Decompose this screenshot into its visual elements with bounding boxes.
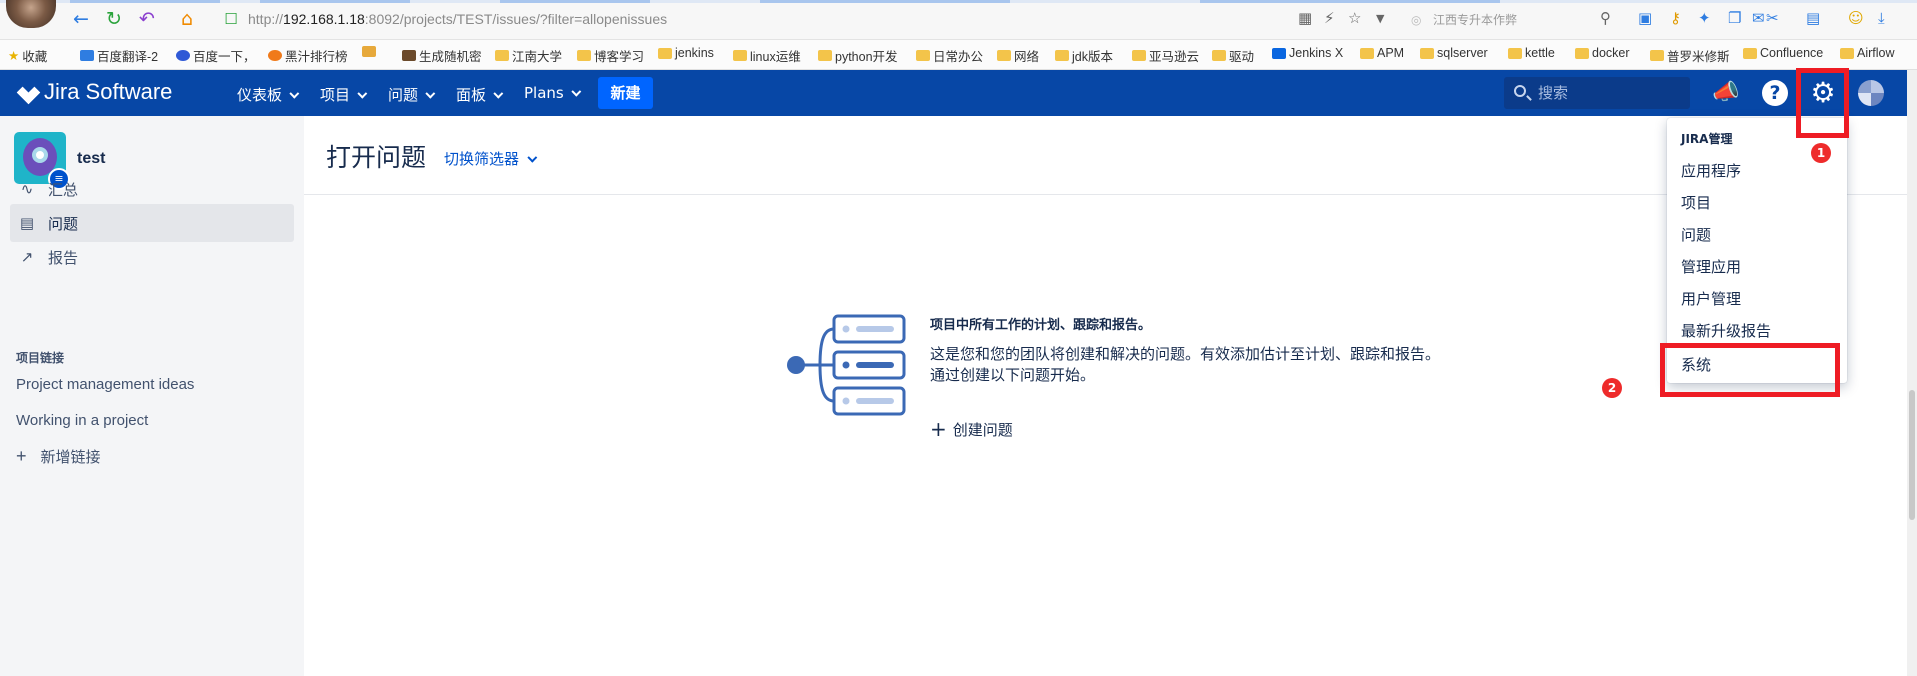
screenshot-root: ← ↻ ↶ ⌂ ☐ http://192.168.1.18:8092/proje… — [0, 0, 1917, 676]
nav-boards[interactable]: 面板 — [456, 84, 499, 105]
annotation-badge-1: 1 — [1811, 143, 1831, 163]
empty-state-illustration — [787, 314, 906, 416]
sidebar-item-summary[interactable]: ∿ 汇总 — [10, 170, 294, 208]
smile-icon[interactable]: ☺ — [1848, 9, 1864, 27]
project-links-heading: 项目链接 — [16, 351, 65, 365]
bookmark-folder[interactable]: Confluence — [1743, 46, 1823, 60]
jira-search-input[interactable]: 搜索 — [1504, 77, 1690, 109]
qr-icon[interactable]: ▦ — [1298, 9, 1312, 27]
megaphone-icon[interactable]: 📣 — [1712, 79, 1740, 107]
bookmark-folder[interactable]: sqlserver — [1420, 46, 1488, 60]
avatar[interactable] — [1858, 80, 1884, 106]
nav-dashboards[interactable]: 仪表板 — [237, 84, 295, 105]
empty-state-title: 项目中所有工作的计划、跟踪和报告。 — [930, 318, 1152, 333]
bookmark-folder[interactable]: Airflow — [1840, 46, 1895, 60]
bookmark-folder[interactable]: 博客学习 — [577, 46, 644, 65]
sidebar-item-reports[interactable]: ↗ 报告 — [10, 238, 294, 276]
back-arrow-icon[interactable]: ← — [70, 8, 92, 30]
mail-icon[interactable]: ✉ — [1752, 9, 1765, 27]
star-icon: ★ — [8, 49, 20, 63]
scissors-icon[interactable]: ✂ — [1766, 9, 1779, 27]
bookmark-folder[interactable]: docker — [1575, 46, 1630, 60]
undo-icon[interactable]: ↶ — [136, 8, 158, 30]
annotation-box-gear — [1796, 68, 1849, 138]
chevron-down-icon[interactable]: ▼ — [1376, 12, 1384, 25]
activity-icon: ∿ — [20, 180, 34, 198]
copy-icon[interactable]: ❐ — [1728, 9, 1741, 27]
search-icon[interactable]: ⚲ — [1600, 9, 1611, 27]
flash-icon[interactable]: ⚡ — [1324, 9, 1335, 27]
menu-item-applications[interactable]: 应用程序 — [1681, 160, 1741, 181]
reports-icon: ↗ — [20, 248, 34, 266]
bookmark-folder[interactable]: 江南大学 — [495, 46, 562, 65]
bookmark-folder[interactable]: jenkins — [658, 46, 714, 60]
bookmark-folder[interactable]: 普罗米修斯 — [1650, 46, 1730, 65]
issues-icon: ▤ — [19, 214, 35, 232]
url-field[interactable]: http://192.168.1.18:8092/projects/TEST/i… — [248, 11, 667, 27]
bookmark-item[interactable]: Jenkins X — [1272, 46, 1343, 60]
refresh-icon[interactable]: ↻ — [103, 8, 125, 30]
bookmarks-bar: ★ 收藏 百度翻译-2 百度一下， 黑汁排行榜 生成随机密 江南大学 博客学习 j… — [0, 40, 1917, 70]
nav-projects[interactable]: 项目 — [320, 84, 363, 105]
browser-address-bar: ← ↻ ↶ ⌂ ☐ http://192.168.1.18:8092/proje… — [0, 0, 1917, 40]
bookmark-item[interactable]: 百度一下， — [176, 46, 256, 65]
dropdown-heading: JIRA管理 — [1681, 132, 1733, 146]
nav-issues[interactable]: 问题 — [388, 84, 431, 105]
create-issue-button[interactable]: 创建问题 — [930, 417, 1013, 441]
download-icon[interactable]: ⤓ — [1878, 9, 1885, 27]
help-icon[interactable]: ? — [1762, 80, 1788, 106]
nav-plans[interactable]: Plans — [524, 84, 577, 102]
menu-item-user-management[interactable]: 用户管理 — [1681, 288, 1741, 309]
menu-item-upgrade-report[interactable]: 最新升级报告 — [1681, 320, 1771, 341]
puzzle-icon[interactable]: ✦ — [1698, 9, 1711, 27]
project-link[interactable]: Working in a project — [16, 412, 148, 429]
bookmark-folder[interactable]: 驱动 — [1212, 46, 1254, 65]
create-button[interactable]: 新建 — [598, 77, 653, 109]
bookmark-item[interactable] — [362, 46, 379, 57]
project-link[interactable]: Project management ideas — [16, 376, 194, 393]
menu-item-projects[interactable]: 项目 — [1681, 192, 1711, 213]
jira-logo[interactable]: Jira Software — [20, 79, 172, 105]
annotation-badge-2: 2 — [1602, 378, 1622, 398]
sidebar-item-issues[interactable]: ▤ 问题 — [10, 204, 294, 242]
bookmark-folder[interactable]: kettle — [1508, 46, 1555, 60]
word-icon[interactable]: ▤ — [1806, 9, 1820, 27]
browser-search-input[interactable]: ◎ 江西专升本作弊 — [1405, 8, 1620, 32]
menu-item-manage-apps[interactable]: 管理应用 — [1681, 256, 1741, 277]
bookmark-folder[interactable]: linux运维 — [733, 46, 801, 65]
browser-profile-avatar[interactable] — [6, 0, 56, 28]
bookmark-folder[interactable]: APM — [1360, 46, 1404, 60]
empty-state-description: 这是您和您的团队将创建和解决的问题。有效添加估计至计划、跟踪和报告。通过创建以下… — [930, 345, 1441, 384]
bookmark-folder[interactable]: 亚马逊云 — [1132, 46, 1199, 65]
annotation-box-system — [1660, 343, 1840, 397]
jira-top-nav: Jira Software 仪表板 项目 问题 面板 Plans 新建 搜索 📣… — [0, 70, 1907, 116]
project-name[interactable]: test — [77, 150, 105, 168]
bookmark-folder[interactable]: python开发 — [818, 46, 898, 65]
bookmark-item[interactable]: 生成随机密 — [402, 46, 482, 65]
bookmark-item[interactable]: ★ 收藏 — [8, 46, 47, 65]
page-scrollbar[interactable] — [1907, 70, 1917, 676]
translate-icon[interactable]: ▣ — [1638, 9, 1652, 27]
bookmark-item[interactable]: 黑汁排行榜 — [268, 46, 348, 65]
bookmark-folder[interactable]: 日常办公 — [916, 46, 983, 65]
search-icon — [1514, 85, 1526, 97]
star-icon[interactable]: ☆ — [1348, 9, 1361, 27]
jira-diamond-icon — [16, 80, 40, 104]
add-link-button[interactable]: 新增链接 — [16, 446, 101, 467]
menu-item-issues[interactable]: 问题 — [1681, 224, 1711, 245]
page-title: 打开问题 — [326, 143, 427, 172]
bookmark-folder[interactable]: 网络 — [997, 46, 1039, 65]
project-sidebar: ≡ test ∿ 汇总 ▤ 问题 ↗ 报告 项目链接 Project manageme… — [0, 116, 304, 676]
key-icon[interactable]: ⚷ — [1670, 9, 1681, 27]
switch-filter-dropdown[interactable]: 切换筛选器 — [444, 148, 533, 169]
browser-tab-strip — [0, 0, 1917, 3]
home-icon[interactable]: ⌂ — [176, 8, 198, 30]
search-engine-icon: ◎ — [1411, 13, 1422, 27]
shield-icon: ☐ — [224, 10, 238, 28]
bookmark-item[interactable]: 百度翻译-2 — [80, 46, 158, 65]
bookmark-folder[interactable]: jdk版本 — [1055, 46, 1113, 65]
